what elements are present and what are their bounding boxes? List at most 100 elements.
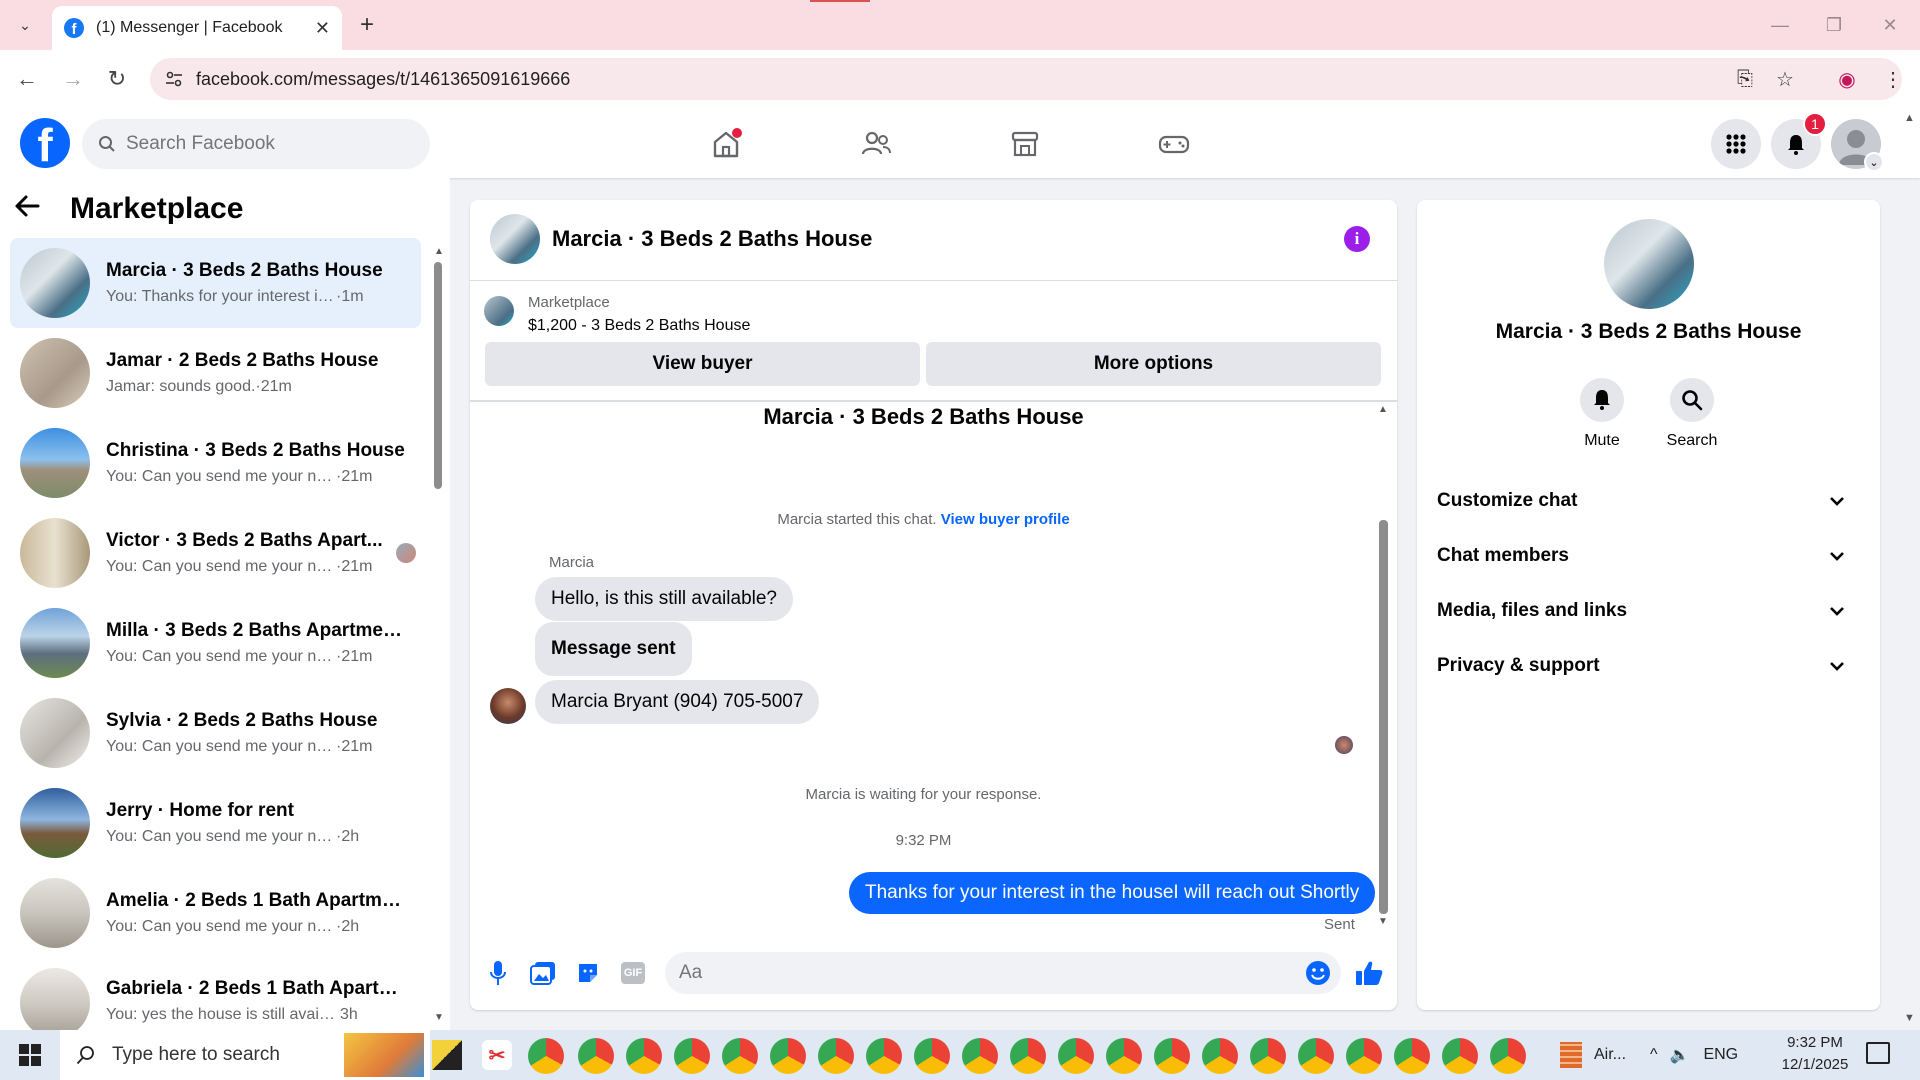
chrome-taskbar-icon[interactable] (626, 1038, 662, 1074)
chrome-taskbar-icon[interactable] (962, 1038, 998, 1074)
emoji-icon[interactable] (1305, 960, 1331, 986)
install-app-icon[interactable]: ⎘ (1732, 66, 1758, 92)
taskbar-clock[interactable]: 9:32 PM 12/1/2025 (1770, 1032, 1860, 1076)
minimize-window-icon[interactable]: — (1760, 10, 1800, 40)
new-tab-button[interactable]: + (352, 10, 382, 40)
facebook-search-box[interactable] (82, 119, 430, 169)
sender-avatar[interactable] (490, 688, 526, 724)
tab-search-chevron-icon[interactable]: ⌄ (8, 10, 42, 40)
close-tab-icon[interactable]: ✕ (315, 18, 330, 39)
conversation-item[interactable]: Jamar · 2 Beds 2 Baths House Jamar: soun… (10, 328, 421, 418)
microphone-icon[interactable] (482, 957, 514, 989)
chrome-taskbar-icon[interactable] (528, 1038, 564, 1074)
mute-button[interactable]: Mute (1557, 378, 1647, 450)
privacy-support-section[interactable]: Privacy & support (1437, 644, 1861, 688)
attach-photo-icon[interactable] (527, 957, 559, 989)
back-arrow-icon[interactable]: ← (10, 62, 44, 96)
back-arrow-icon[interactable] (14, 192, 54, 226)
weather-app-label[interactable]: Air... (1594, 1046, 1626, 1064)
chrome-taskbar-icon[interactable] (674, 1038, 710, 1074)
language-indicator[interactable]: ENG (1703, 1046, 1738, 1064)
conversation-item[interactable]: Amelia · 2 Beds 1 Bath Apartme... You: C… (10, 868, 421, 958)
chrome-taskbar-icon[interactable] (770, 1038, 806, 1074)
listing-info[interactable]: Marketplace $1,200 - 3 Beds 2 Baths Hous… (484, 294, 750, 335)
chrome-taskbar-icon[interactable] (1010, 1038, 1046, 1074)
browser-tab-messenger[interactable]: f (1) Messenger | Facebook ✕ (52, 6, 342, 50)
view-buyer-button[interactable]: View buyer (485, 342, 920, 386)
conversation-item[interactable]: Marcia · 3 Beds 2 Baths House You: Thank… (10, 238, 421, 328)
chrome-taskbar-icon[interactable] (1154, 1038, 1190, 1074)
restore-window-icon[interactable]: ❐ (1814, 10, 1854, 40)
notification-center-icon[interactable] (1866, 1042, 1890, 1064)
conversation-item[interactable]: Sylvia · 2 Beds 2 Baths House You: Can y… (10, 688, 421, 778)
snipping-tool-app-icon[interactable]: ✂ (482, 1040, 512, 1070)
home-nav-icon[interactable] (694, 121, 758, 167)
chrome-taskbar-icon[interactable] (722, 1038, 758, 1074)
conversation-item[interactable]: Victor · 3 Beds 2 Baths Apart... You: Ca… (10, 508, 421, 598)
windows-start-icon[interactable] (18, 1043, 44, 1069)
page-scroll-down-icon[interactable]: ▼ (1904, 1012, 1915, 1024)
chrome-taskbar-icon[interactable] (1106, 1038, 1142, 1074)
chrome-taskbar-icon[interactable] (1442, 1038, 1478, 1074)
menu-grid-icon[interactable] (1711, 119, 1761, 169)
chat-members-section[interactable]: Chat members (1437, 534, 1861, 578)
browser-menu-icon[interactable]: ⋮ (1880, 66, 1906, 92)
scroll-up-icon[interactable]: ▲ (1378, 404, 1388, 415)
account-chevron-down-icon[interactable]: ⌄ (1864, 152, 1884, 172)
customize-chat-section[interactable]: Customize chat (1437, 479, 1861, 523)
chrome-taskbar-icon[interactable] (818, 1038, 854, 1074)
conversation-list-scrollbar[interactable] (434, 262, 442, 489)
chrome-taskbar-icon[interactable] (1250, 1038, 1286, 1074)
chrome-taskbar-icon[interactable] (1490, 1038, 1526, 1074)
thumbs-up-icon[interactable] (1353, 957, 1385, 989)
facebook-logo-icon[interactable]: f (20, 118, 70, 168)
profile-icon[interactable]: ◉ (1834, 66, 1860, 92)
gif-icon[interactable]: GIF (617, 957, 649, 989)
page-scroll-up-icon[interactable]: ▲ (1904, 112, 1915, 124)
info-icon[interactable]: i (1344, 226, 1370, 252)
gaming-nav-icon[interactable] (1142, 121, 1206, 167)
reload-icon[interactable]: ↻ (100, 62, 134, 96)
taskbar-search-box[interactable]: Type here to search (60, 1030, 430, 1080)
close-window-icon[interactable]: ✕ (1870, 10, 1910, 40)
friends-nav-icon[interactable] (844, 121, 908, 167)
message-composer[interactable] (665, 952, 1341, 994)
conversation-item[interactable]: Milla · 3 Beds 2 Baths Apartmen... You: … (10, 598, 421, 688)
scroll-down-icon[interactable]: ▼ (1378, 916, 1388, 927)
scroll-up-icon[interactable]: ▲ (434, 246, 444, 257)
show-hidden-icons-chevron-icon[interactable]: ^ (1650, 1046, 1658, 1064)
bookmark-star-icon[interactable]: ☆ (1772, 66, 1798, 92)
chrome-taskbar-icon[interactable] (1298, 1038, 1334, 1074)
sticky-notes-app-icon[interactable] (432, 1040, 462, 1070)
chat-header[interactable]: Marcia · 3 Beds 2 Baths House (490, 214, 872, 264)
chrome-taskbar-icon[interactable] (914, 1038, 950, 1074)
facebook-search-input[interactable] (126, 133, 386, 155)
url-omnibox[interactable]: facebook.com/messages/t/1461365091619666 (150, 58, 1902, 100)
chrome-taskbar-icon[interactable] (1058, 1038, 1094, 1074)
chrome-taskbar-icon[interactable] (1202, 1038, 1238, 1074)
search-in-chat-button[interactable]: Search (1647, 378, 1737, 450)
chat-scrollbar[interactable] (1379, 520, 1388, 914)
incoming-message-bubble[interactable]: Message sent (535, 622, 692, 676)
incoming-message-bubble[interactable]: Hello, is this still available? (535, 577, 793, 621)
conversation-item[interactable]: Jerry · Home for rent You: Can you send … (10, 778, 421, 868)
forward-arrow-icon[interactable]: → (56, 62, 90, 96)
air-quality-icon[interactable] (1560, 1042, 1582, 1068)
chrome-taskbar-icon[interactable] (866, 1038, 902, 1074)
more-options-button[interactable]: More options (926, 342, 1381, 386)
conversation-item[interactable]: Christina · 3 Beds 2 Baths House You: Ca… (10, 418, 421, 508)
conversation-item[interactable]: Gabriela · 2 Beds 1 Bath Apartm... You: … (10, 958, 421, 1030)
chrome-taskbar-icon[interactable] (578, 1038, 614, 1074)
volume-icon[interactable]: 🔈 (1670, 1045, 1690, 1065)
sticker-icon[interactable] (572, 957, 604, 989)
outgoing-message-bubble[interactable]: Thanks for your interest in the houseI w… (849, 872, 1376, 914)
chrome-taskbar-icon[interactable] (1394, 1038, 1430, 1074)
view-buyer-profile-link[interactable]: View buyer profile (941, 511, 1070, 528)
chrome-taskbar-icon[interactable] (1346, 1038, 1382, 1074)
message-input[interactable] (679, 962, 1259, 984)
incoming-message-bubble[interactable]: Marcia Bryant (904) 705-5007 (535, 680, 820, 724)
site-settings-icon[interactable] (164, 69, 184, 89)
marketplace-nav-icon[interactable] (993, 121, 1057, 167)
scroll-down-icon[interactable]: ▼ (434, 1012, 444, 1023)
media-files-links-section[interactable]: Media, files and links (1437, 589, 1861, 633)
